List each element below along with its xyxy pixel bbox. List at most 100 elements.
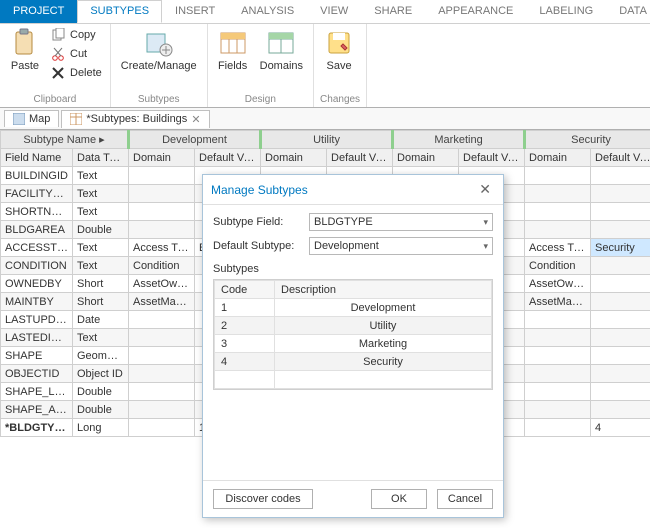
ribbon-tab-insert[interactable]: INSERT xyxy=(162,0,228,23)
cell[interactable]: Text xyxy=(73,239,129,257)
cell[interactable]: Double xyxy=(73,383,129,401)
discover-codes-button[interactable]: Discover codes xyxy=(213,489,313,509)
cell[interactable] xyxy=(129,203,195,221)
ribbon-tab-analysis[interactable]: ANALYSIS xyxy=(228,0,307,23)
code-cell[interactable]: 3 xyxy=(215,335,275,353)
cell[interactable]: AssetManager xyxy=(129,293,195,311)
group-header[interactable]: Utility xyxy=(261,131,393,149)
cell[interactable] xyxy=(129,365,195,383)
dialog-titlebar[interactable]: Manage Subtypes ✕ xyxy=(203,175,503,205)
cell[interactable] xyxy=(129,419,195,437)
column-header[interactable]: Default Value xyxy=(195,149,261,167)
cell[interactable]: Text xyxy=(73,167,129,185)
ok-button[interactable]: OK xyxy=(371,489,427,509)
cell[interactable] xyxy=(525,365,591,383)
desc-cell[interactable]: Utility xyxy=(275,317,492,335)
cell[interactable] xyxy=(591,383,650,401)
fields-button[interactable]: Fields xyxy=(214,26,252,74)
subtype-row[interactable]: 3Marketing xyxy=(215,335,492,353)
cell[interactable]: LASTEDITOR xyxy=(1,329,73,347)
cell[interactable] xyxy=(591,293,650,311)
subtype-row[interactable]: 4Security xyxy=(215,353,492,371)
subtypes-table[interactable]: Code Description 1Development2Utility3Ma… xyxy=(213,279,493,390)
column-header[interactable]: Data Type xyxy=(73,149,129,167)
ribbon-tab-project[interactable]: PROJECT xyxy=(0,0,77,23)
cell[interactable] xyxy=(525,221,591,239)
cell[interactable]: Long xyxy=(73,419,129,437)
cell[interactable]: AssetOwner xyxy=(525,275,591,293)
cell[interactable] xyxy=(591,329,650,347)
cell[interactable] xyxy=(129,311,195,329)
cut-button[interactable]: Cut xyxy=(48,45,104,63)
ribbon-tab-share[interactable]: SHARE xyxy=(361,0,425,23)
cell[interactable] xyxy=(525,419,591,437)
cell[interactable]: *BLDGTYPE xyxy=(1,419,73,437)
cell[interactable] xyxy=(591,365,650,383)
copy-button[interactable]: Copy xyxy=(48,26,104,44)
cell[interactable]: Object ID xyxy=(73,365,129,383)
desc-cell[interactable]: Marketing xyxy=(275,335,492,353)
cell[interactable] xyxy=(591,257,650,275)
code-cell[interactable]: 1 xyxy=(215,299,275,317)
cell[interactable] xyxy=(129,347,195,365)
paste-button[interactable]: Paste xyxy=(6,26,44,74)
cell[interactable]: SHAPE_Length xyxy=(1,383,73,401)
cell[interactable] xyxy=(525,383,591,401)
ribbon-tab-appearance[interactable]: APPEARANCE xyxy=(425,0,526,23)
close-icon[interactable]: ✕ xyxy=(191,113,200,126)
code-cell[interactable]: 4 xyxy=(215,353,275,371)
cell[interactable]: LASTUPDATE xyxy=(1,311,73,329)
cell[interactable] xyxy=(525,311,591,329)
cell[interactable]: AssetManager xyxy=(525,293,591,311)
close-icon[interactable]: ✕ xyxy=(475,181,495,198)
ribbon-tab-view[interactable]: VIEW xyxy=(307,0,361,23)
subtype-row-empty[interactable] xyxy=(215,371,492,389)
cell[interactable]: OWNEDBY xyxy=(1,275,73,293)
cell[interactable] xyxy=(129,383,195,401)
column-header[interactable]: Default Value xyxy=(459,149,525,167)
save-button[interactable]: Save xyxy=(320,26,358,74)
domains-button[interactable]: Domains xyxy=(256,26,307,74)
cell[interactable]: Text xyxy=(73,185,129,203)
column-header[interactable]: Default Value xyxy=(591,149,650,167)
cell[interactable]: Condition xyxy=(129,257,195,275)
column-header[interactable]: Domain xyxy=(525,149,591,167)
cell[interactable]: ACCESSTYPE xyxy=(1,239,73,257)
cell[interactable]: MAINTBY xyxy=(1,293,73,311)
cell[interactable] xyxy=(525,203,591,221)
cell[interactable]: Access Type xyxy=(525,239,591,257)
column-header[interactable]: Default Value xyxy=(327,149,393,167)
desc-cell[interactable] xyxy=(275,371,492,389)
column-header[interactable]: Domain xyxy=(129,149,195,167)
ribbon-tab-labeling[interactable]: LABELING xyxy=(526,0,606,23)
cell[interactable]: OBJECTID xyxy=(1,365,73,383)
cell[interactable]: SHAPE_Area xyxy=(1,401,73,419)
subtype-field-select[interactable]: BLDGTYPE ▾ xyxy=(309,213,493,231)
cell[interactable] xyxy=(591,203,650,221)
cell[interactable]: BLDGAREA xyxy=(1,221,73,239)
ribbon-tab-subtypes[interactable]: SUBTYPES xyxy=(77,0,162,23)
cell[interactable]: BUILDINGID xyxy=(1,167,73,185)
cell[interactable] xyxy=(525,347,591,365)
cell[interactable] xyxy=(591,401,650,419)
column-header[interactable]: Domain xyxy=(393,149,459,167)
doc-tab[interactable]: Map xyxy=(4,110,59,127)
desc-cell[interactable]: Development xyxy=(275,299,492,317)
delete-button[interactable]: Delete xyxy=(48,64,104,82)
group-header[interactable]: Marketing xyxy=(393,131,525,149)
column-header[interactable]: Domain xyxy=(261,149,327,167)
group-header[interactable]: Security xyxy=(525,131,650,149)
cell[interactable]: CONDITION xyxy=(1,257,73,275)
cell[interactable] xyxy=(525,167,591,185)
cell[interactable] xyxy=(129,329,195,347)
subtype-row[interactable]: 2Utility xyxy=(215,317,492,335)
desc-cell[interactable]: Security xyxy=(275,353,492,371)
code-cell[interactable] xyxy=(215,371,275,389)
column-header[interactable]: Field Name xyxy=(1,149,73,167)
cell[interactable]: Text xyxy=(73,329,129,347)
subtype-name-header[interactable]: Subtype Name ▸ xyxy=(1,131,129,149)
cell[interactable]: Short xyxy=(73,293,129,311)
default-subtype-select[interactable]: Development ▾ xyxy=(309,237,493,255)
code-cell[interactable]: 2 xyxy=(215,317,275,335)
cell[interactable] xyxy=(591,167,650,185)
